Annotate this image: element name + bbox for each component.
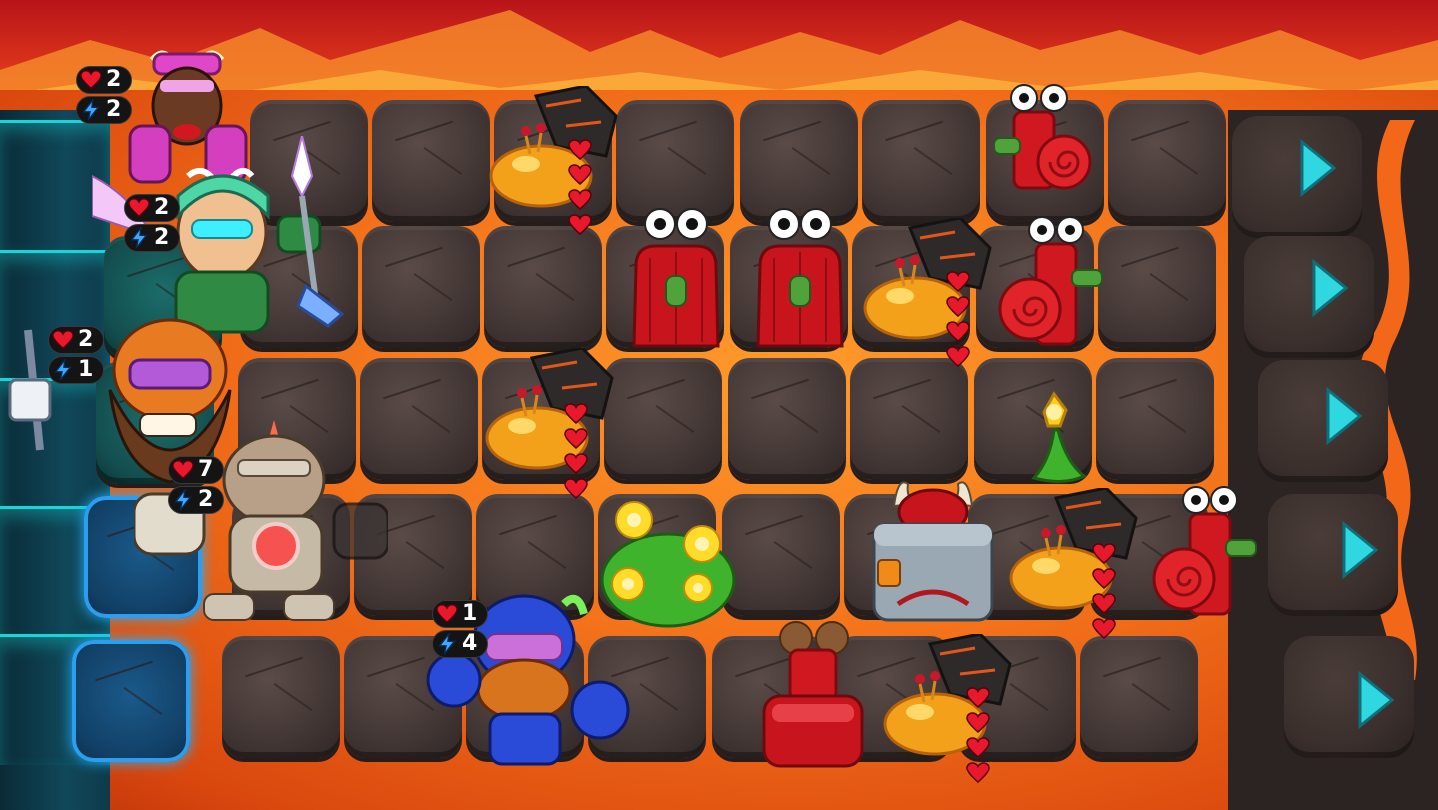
hero-stats: 2 2 xyxy=(76,66,136,126)
hero-hp: 1 xyxy=(432,600,488,628)
heart-icon xyxy=(1092,592,1122,616)
energy-value: 4 xyxy=(462,631,478,656)
lava-slug-icon[interactable] xyxy=(860,218,1000,348)
energy-value: 2 xyxy=(106,97,122,122)
hero-hp: 2 xyxy=(76,66,132,94)
hero-energy: 1 xyxy=(48,356,104,384)
energy-value: 2 xyxy=(154,225,170,250)
heart-icon xyxy=(1092,567,1122,591)
board-tile[interactable] xyxy=(740,100,858,222)
red-mushroom-turret-icon[interactable] xyxy=(758,620,868,770)
play-arrow-icon[interactable] xyxy=(1310,258,1350,318)
heart-icon xyxy=(966,711,996,735)
board-tile[interactable] xyxy=(850,358,968,480)
game-scene: 2 2 2 2 2 1 7 2 1 4 xyxy=(0,0,1438,810)
heart-icon xyxy=(564,427,594,451)
spawn-tile[interactable] xyxy=(72,640,190,762)
heart-icon xyxy=(966,686,996,710)
heart-icon xyxy=(568,138,598,162)
board-tile[interactable] xyxy=(484,226,602,348)
board-tile[interactable] xyxy=(616,100,734,222)
armored-knight-hero-icon[interactable] xyxy=(134,420,388,624)
lava-slug-icon[interactable] xyxy=(482,348,622,478)
lightning-icon xyxy=(128,225,150,249)
heart-icon xyxy=(564,402,594,426)
hero-stats: 2 1 xyxy=(48,326,108,386)
hero-stats: 1 4 xyxy=(432,600,492,660)
heart-icon xyxy=(946,320,976,344)
hero-hp: 2 xyxy=(124,194,180,222)
heart-icon xyxy=(172,459,194,481)
red-snail-cannon-icon[interactable] xyxy=(1150,484,1260,624)
hp-value: 2 xyxy=(106,67,122,92)
red-pillar-spitter-icon[interactable] xyxy=(750,206,850,352)
lava-slug-icon[interactable] xyxy=(1006,488,1146,618)
board-tile[interactable] xyxy=(372,100,490,222)
heart-icon xyxy=(568,163,598,187)
hero-hp: 7 xyxy=(168,456,224,484)
viking-helmet-treasure-chest-icon[interactable] xyxy=(868,476,998,626)
hero-energy: 2 xyxy=(76,96,132,124)
lightning-icon xyxy=(80,97,102,121)
hero-energy: 4 xyxy=(432,630,488,658)
hero-energy: 2 xyxy=(168,486,224,514)
energy-value: 1 xyxy=(78,357,94,382)
play-arrow-icon[interactable] xyxy=(1298,138,1338,198)
board-tile[interactable] xyxy=(728,358,846,480)
exit-tile xyxy=(1244,236,1374,358)
golden-flower-plant-icon[interactable] xyxy=(1014,390,1094,490)
lightning-icon xyxy=(172,487,194,511)
heart-icon xyxy=(1092,617,1122,641)
hero-stats: 2 2 xyxy=(124,194,184,254)
heart-icon xyxy=(564,452,594,476)
heart-icon xyxy=(1092,542,1122,566)
hero-stats: 7 2 xyxy=(168,456,228,516)
enemy-health-stack xyxy=(946,270,976,370)
hp-value: 2 xyxy=(154,195,170,220)
heart-icon xyxy=(568,188,598,212)
play-arrow-icon[interactable] xyxy=(1356,670,1396,730)
heart-icon xyxy=(52,329,74,351)
enemy-health-stack xyxy=(568,138,598,238)
lava-slug-icon[interactable] xyxy=(880,634,1020,764)
enemy-health-stack xyxy=(1092,542,1122,642)
hero-energy: 2 xyxy=(124,224,180,252)
hero-hp: 2 xyxy=(48,326,104,354)
heart-icon xyxy=(946,270,976,294)
board-tile[interactable] xyxy=(1108,100,1226,222)
lightning-icon xyxy=(52,357,74,381)
play-arrow-icon[interactable] xyxy=(1340,520,1380,580)
heart-icon xyxy=(946,295,976,319)
heart-icon xyxy=(966,761,996,785)
energy-value: 2 xyxy=(198,487,214,512)
board-tile[interactable] xyxy=(1080,636,1198,758)
board-tile[interactable] xyxy=(862,100,980,222)
red-pillar-spitter-icon[interactable] xyxy=(626,206,726,352)
hp-value: 2 xyxy=(78,327,94,352)
hp-value: 7 xyxy=(198,457,214,482)
heart-icon xyxy=(568,213,598,237)
enemy-health-stack xyxy=(966,686,996,786)
exit-tile xyxy=(1232,116,1362,238)
red-snail-cannon-icon[interactable] xyxy=(996,214,1106,354)
lava-slug-icon[interactable] xyxy=(486,86,626,216)
heart-icon xyxy=(80,69,102,91)
board-tile[interactable] xyxy=(222,636,340,758)
heart-icon xyxy=(946,345,976,369)
board-tile[interactable] xyxy=(1098,226,1216,348)
enemy-health-stack xyxy=(564,402,594,502)
exit-tile xyxy=(1258,360,1388,482)
heart-icon xyxy=(966,736,996,760)
red-snail-cannon-icon[interactable] xyxy=(994,82,1104,192)
lightning-icon xyxy=(436,631,458,655)
board-tile[interactable] xyxy=(722,494,840,616)
board-tile[interactable] xyxy=(362,226,480,348)
heart-icon xyxy=(564,477,594,501)
heart-icon xyxy=(128,197,150,219)
play-arrow-icon[interactable] xyxy=(1324,386,1364,446)
heart-icon xyxy=(436,603,458,625)
board-tile[interactable] xyxy=(1096,358,1214,480)
hp-value: 1 xyxy=(462,601,478,626)
